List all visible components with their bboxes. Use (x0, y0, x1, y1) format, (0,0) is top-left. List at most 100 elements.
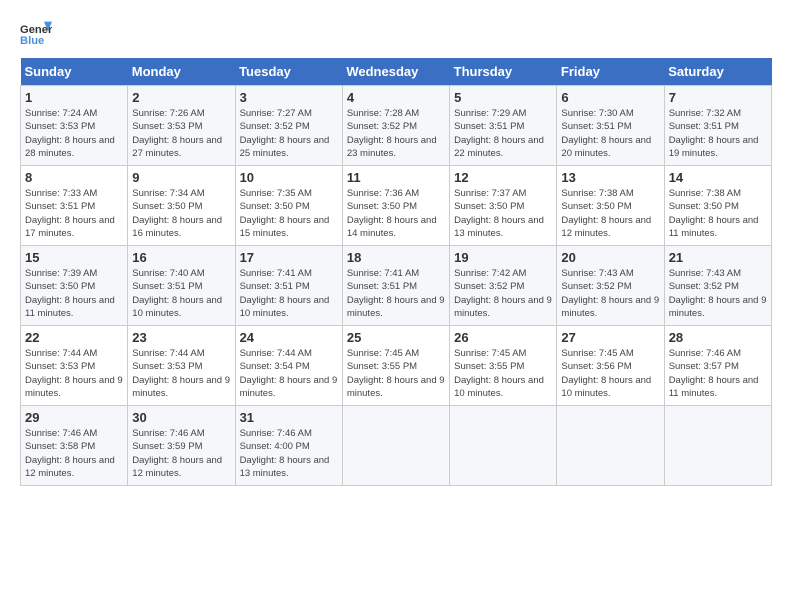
table-row (342, 406, 449, 486)
table-row: 31 Sunrise: 7:46 AMSunset: 4:00 PMDaylig… (235, 406, 342, 486)
header-tuesday: Tuesday (235, 58, 342, 86)
day-info: Sunrise: 7:46 AMSunset: 3:58 PMDaylight:… (25, 428, 115, 479)
logo-icon: General Blue (20, 20, 52, 48)
table-row: 28 Sunrise: 7:46 AMSunset: 3:57 PMDaylig… (664, 326, 771, 406)
day-info: Sunrise: 7:44 AMSunset: 3:54 PMDaylight:… (240, 348, 338, 399)
day-number: 2 (132, 90, 230, 105)
day-info: Sunrise: 7:35 AMSunset: 3:50 PMDaylight:… (240, 188, 330, 239)
table-row (557, 406, 664, 486)
table-row: 9 Sunrise: 7:34 AMSunset: 3:50 PMDayligh… (128, 166, 235, 246)
day-info: Sunrise: 7:26 AMSunset: 3:53 PMDaylight:… (132, 108, 222, 159)
day-info: Sunrise: 7:37 AMSunset: 3:50 PMDaylight:… (454, 188, 544, 239)
day-number: 15 (25, 250, 123, 265)
day-number: 17 (240, 250, 338, 265)
day-number: 1 (25, 90, 123, 105)
day-number: 24 (240, 330, 338, 345)
day-number: 31 (240, 410, 338, 425)
table-row: 22 Sunrise: 7:44 AMSunset: 3:53 PMDaylig… (21, 326, 128, 406)
day-info: Sunrise: 7:29 AMSunset: 3:51 PMDaylight:… (454, 108, 544, 159)
day-info: Sunrise: 7:38 AMSunset: 3:50 PMDaylight:… (561, 188, 651, 239)
header-thursday: Thursday (450, 58, 557, 86)
day-info: Sunrise: 7:34 AMSunset: 3:50 PMDaylight:… (132, 188, 222, 239)
table-row: 5 Sunrise: 7:29 AMSunset: 3:51 PMDayligh… (450, 86, 557, 166)
day-info: Sunrise: 7:33 AMSunset: 3:51 PMDaylight:… (25, 188, 115, 239)
table-row: 29 Sunrise: 7:46 AMSunset: 3:58 PMDaylig… (21, 406, 128, 486)
day-info: Sunrise: 7:41 AMSunset: 3:51 PMDaylight:… (240, 268, 330, 319)
table-row: 16 Sunrise: 7:40 AMSunset: 3:51 PMDaylig… (128, 246, 235, 326)
table-row: 13 Sunrise: 7:38 AMSunset: 3:50 PMDaylig… (557, 166, 664, 246)
table-row: 1 Sunrise: 7:24 AMSunset: 3:53 PMDayligh… (21, 86, 128, 166)
day-number: 19 (454, 250, 552, 265)
day-number: 9 (132, 170, 230, 185)
day-number: 25 (347, 330, 445, 345)
day-number: 5 (454, 90, 552, 105)
table-row: 19 Sunrise: 7:42 AMSunset: 3:52 PMDaylig… (450, 246, 557, 326)
day-info: Sunrise: 7:42 AMSunset: 3:52 PMDaylight:… (454, 268, 552, 319)
table-row (450, 406, 557, 486)
day-number: 28 (669, 330, 767, 345)
day-number: 27 (561, 330, 659, 345)
table-row: 8 Sunrise: 7:33 AMSunset: 3:51 PMDayligh… (21, 166, 128, 246)
page-header: General Blue (20, 20, 772, 48)
table-row: 23 Sunrise: 7:44 AMSunset: 3:53 PMDaylig… (128, 326, 235, 406)
table-row: 21 Sunrise: 7:43 AMSunset: 3:52 PMDaylig… (664, 246, 771, 326)
table-row: 26 Sunrise: 7:45 AMSunset: 3:55 PMDaylig… (450, 326, 557, 406)
day-number: 10 (240, 170, 338, 185)
day-number: 29 (25, 410, 123, 425)
calendar-table: Sunday Monday Tuesday Wednesday Thursday… (20, 58, 772, 486)
table-row: 7 Sunrise: 7:32 AMSunset: 3:51 PMDayligh… (664, 86, 771, 166)
calendar-row: 8 Sunrise: 7:33 AMSunset: 3:51 PMDayligh… (21, 166, 772, 246)
header-monday: Monday (128, 58, 235, 86)
table-row: 18 Sunrise: 7:41 AMSunset: 3:51 PMDaylig… (342, 246, 449, 326)
logo: General Blue (20, 20, 52, 48)
table-row: 25 Sunrise: 7:45 AMSunset: 3:55 PMDaylig… (342, 326, 449, 406)
day-number: 12 (454, 170, 552, 185)
day-number: 18 (347, 250, 445, 265)
day-info: Sunrise: 7:28 AMSunset: 3:52 PMDaylight:… (347, 108, 437, 159)
day-info: Sunrise: 7:32 AMSunset: 3:51 PMDaylight:… (669, 108, 759, 159)
day-info: Sunrise: 7:43 AMSunset: 3:52 PMDaylight:… (561, 268, 659, 319)
day-info: Sunrise: 7:41 AMSunset: 3:51 PMDaylight:… (347, 268, 445, 319)
day-info: Sunrise: 7:45 AMSunset: 3:55 PMDaylight:… (454, 348, 544, 399)
table-row: 20 Sunrise: 7:43 AMSunset: 3:52 PMDaylig… (557, 246, 664, 326)
day-info: Sunrise: 7:46 AMSunset: 3:59 PMDaylight:… (132, 428, 222, 479)
table-row: 14 Sunrise: 7:38 AMSunset: 3:50 PMDaylig… (664, 166, 771, 246)
day-number: 11 (347, 170, 445, 185)
day-number: 30 (132, 410, 230, 425)
table-row: 15 Sunrise: 7:39 AMSunset: 3:50 PMDaylig… (21, 246, 128, 326)
header-saturday: Saturday (664, 58, 771, 86)
day-info: Sunrise: 7:40 AMSunset: 3:51 PMDaylight:… (132, 268, 222, 319)
day-info: Sunrise: 7:44 AMSunset: 3:53 PMDaylight:… (25, 348, 123, 399)
day-info: Sunrise: 7:30 AMSunset: 3:51 PMDaylight:… (561, 108, 651, 159)
header-friday: Friday (557, 58, 664, 86)
table-row: 10 Sunrise: 7:35 AMSunset: 3:50 PMDaylig… (235, 166, 342, 246)
day-info: Sunrise: 7:45 AMSunset: 3:55 PMDaylight:… (347, 348, 445, 399)
day-info: Sunrise: 7:36 AMSunset: 3:50 PMDaylight:… (347, 188, 437, 239)
day-info: Sunrise: 7:38 AMSunset: 3:50 PMDaylight:… (669, 188, 759, 239)
day-number: 6 (561, 90, 659, 105)
day-number: 26 (454, 330, 552, 345)
day-number: 16 (132, 250, 230, 265)
day-info: Sunrise: 7:24 AMSunset: 3:53 PMDaylight:… (25, 108, 115, 159)
day-number: 14 (669, 170, 767, 185)
table-row: 2 Sunrise: 7:26 AMSunset: 3:53 PMDayligh… (128, 86, 235, 166)
day-number: 8 (25, 170, 123, 185)
table-row: 17 Sunrise: 7:41 AMSunset: 3:51 PMDaylig… (235, 246, 342, 326)
table-row: 4 Sunrise: 7:28 AMSunset: 3:52 PMDayligh… (342, 86, 449, 166)
day-info: Sunrise: 7:43 AMSunset: 3:52 PMDaylight:… (669, 268, 767, 319)
day-number: 20 (561, 250, 659, 265)
header-sunday: Sunday (21, 58, 128, 86)
day-info: Sunrise: 7:27 AMSunset: 3:52 PMDaylight:… (240, 108, 330, 159)
table-row (664, 406, 771, 486)
table-row: 12 Sunrise: 7:37 AMSunset: 3:50 PMDaylig… (450, 166, 557, 246)
day-info: Sunrise: 7:46 AMSunset: 4:00 PMDaylight:… (240, 428, 330, 479)
day-number: 13 (561, 170, 659, 185)
header-wednesday: Wednesday (342, 58, 449, 86)
svg-text:Blue: Blue (20, 35, 44, 47)
day-number: 21 (669, 250, 767, 265)
table-row: 11 Sunrise: 7:36 AMSunset: 3:50 PMDaylig… (342, 166, 449, 246)
day-info: Sunrise: 7:39 AMSunset: 3:50 PMDaylight:… (25, 268, 115, 319)
day-info: Sunrise: 7:45 AMSunset: 3:56 PMDaylight:… (561, 348, 651, 399)
day-number: 22 (25, 330, 123, 345)
calendar-row: 15 Sunrise: 7:39 AMSunset: 3:50 PMDaylig… (21, 246, 772, 326)
